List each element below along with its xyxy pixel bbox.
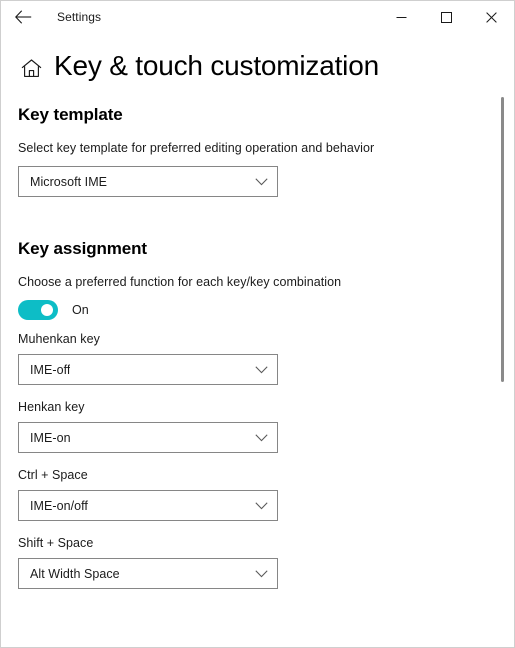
home-icon[interactable] bbox=[19, 57, 43, 81]
key-template-description: Select key template for preferred editin… bbox=[18, 141, 375, 155]
key-field-ctrl-space: Ctrl + Space IME-on/off bbox=[18, 468, 514, 521]
home-glyph-icon bbox=[21, 59, 41, 77]
settings-window: Settings Key & touch customization Key t… bbox=[0, 0, 515, 648]
maximize-button[interactable] bbox=[424, 1, 469, 33]
key-assignment-section: Key assignment Choose a preferred functi… bbox=[1, 239, 514, 589]
key-field-label: Ctrl + Space bbox=[18, 468, 88, 482]
back-arrow-icon bbox=[14, 10, 31, 24]
key-assignment-toggle-row: On bbox=[18, 300, 514, 320]
title-bar: Settings bbox=[1, 1, 514, 33]
page-title: Key & touch customization bbox=[54, 50, 379, 81]
scrollbar-thumb[interactable] bbox=[501, 97, 504, 382]
chevron-down-icon bbox=[255, 559, 268, 588]
henkan-key-dropdown-value: IME-on bbox=[30, 430, 71, 445]
key-assignment-heading: Key assignment bbox=[18, 239, 147, 258]
key-field-label: Shift + Space bbox=[18, 536, 94, 550]
toggle-knob bbox=[41, 304, 53, 316]
key-template-dropdown-value: Microsoft IME bbox=[30, 174, 108, 189]
ctrl-space-dropdown[interactable]: IME-on/off bbox=[18, 490, 278, 521]
muhenkan-key-dropdown-value: IME-off bbox=[30, 362, 71, 377]
key-field-shift-space: Shift + Space Alt Width Space bbox=[18, 536, 514, 589]
key-assignment-description: Choose a preferred function for each key… bbox=[18, 275, 342, 289]
maximize-icon bbox=[441, 11, 452, 23]
chevron-down-icon bbox=[255, 167, 268, 196]
minimize-icon bbox=[396, 16, 407, 18]
back-button[interactable] bbox=[1, 1, 45, 33]
minimize-button[interactable] bbox=[379, 1, 424, 33]
key-field-label: Henkan key bbox=[18, 400, 85, 414]
ctrl-space-dropdown-value: IME-on/off bbox=[30, 498, 88, 513]
settings-page: Key & touch customization Key template S… bbox=[1, 33, 514, 647]
key-field-label: Muhenkan key bbox=[18, 332, 100, 346]
vertical-scrollbar[interactable] bbox=[500, 69, 506, 643]
shift-space-dropdown[interactable]: Alt Width Space bbox=[18, 558, 278, 589]
key-template-dropdown[interactable]: Microsoft IME bbox=[18, 166, 278, 197]
close-icon bbox=[486, 11, 497, 23]
page-header: Key & touch customization bbox=[1, 33, 514, 83]
caption-buttons bbox=[379, 1, 514, 33]
henkan-key-dropdown[interactable]: IME-on bbox=[18, 422, 278, 453]
key-assignment-toggle[interactable] bbox=[18, 300, 58, 320]
chevron-down-icon bbox=[255, 491, 268, 520]
key-field-muhenkan: Muhenkan key IME-off bbox=[18, 332, 514, 385]
close-button[interactable] bbox=[469, 1, 514, 33]
key-template-heading: Key template bbox=[18, 105, 123, 124]
app-title: Settings bbox=[57, 10, 102, 24]
chevron-down-icon bbox=[255, 355, 268, 384]
key-field-henkan: Henkan key IME-on bbox=[18, 400, 514, 453]
key-assignment-toggle-label: On bbox=[72, 303, 89, 317]
chevron-down-icon bbox=[255, 423, 268, 452]
shift-space-dropdown-value: Alt Width Space bbox=[30, 566, 120, 581]
key-template-section: Key template Select key template for pre… bbox=[1, 105, 514, 197]
muhenkan-key-dropdown[interactable]: IME-off bbox=[18, 354, 278, 385]
